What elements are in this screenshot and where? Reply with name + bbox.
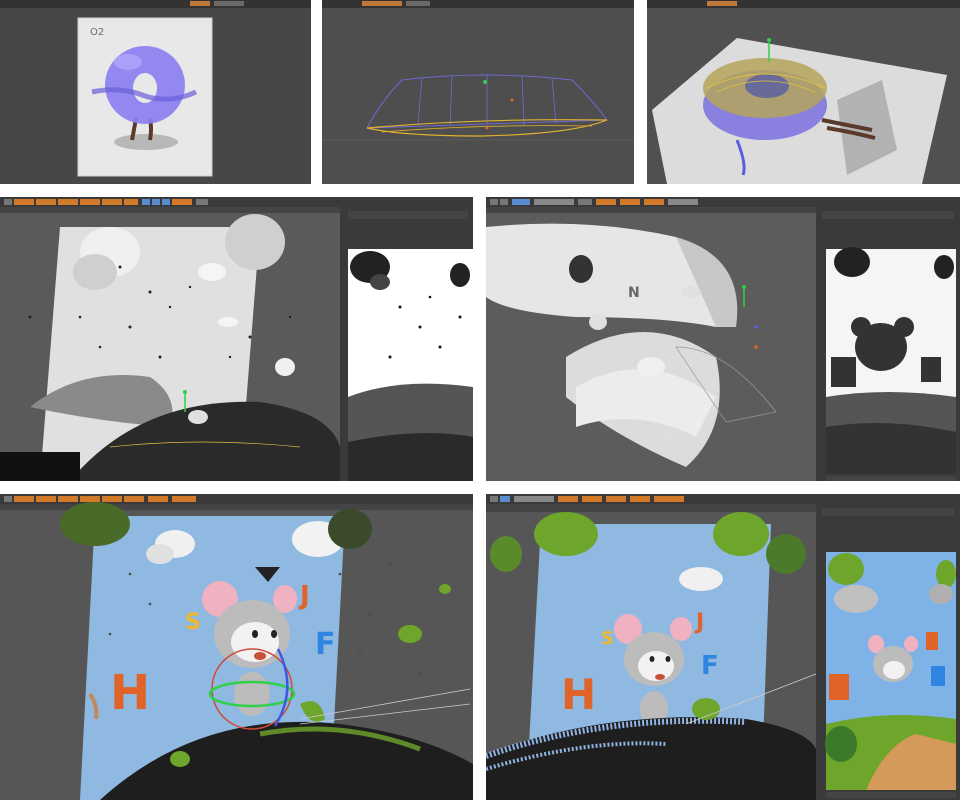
letter-j: J — [298, 581, 310, 611]
letter-f: F — [701, 651, 719, 681]
viewport-panel-3[interactable] — [647, 0, 960, 184]
toolbar-buttons[interactable] — [490, 496, 684, 502]
letter-f: F — [315, 627, 336, 662]
toolbar-buttons[interactable] — [4, 496, 196, 502]
letter-h: H — [110, 665, 150, 721]
letter-n: N — [628, 285, 640, 301]
cloud — [679, 567, 723, 591]
letter-h: H — [561, 670, 596, 719]
card-label: O2 — [90, 27, 104, 38]
letter-s: S — [601, 628, 614, 649]
axis-handle[interactable] — [483, 80, 487, 84]
letter-j: J — [694, 610, 704, 635]
viewport-panel-5[interactable]: N — [486, 197, 960, 481]
viewport-panel-6[interactable]: J F S H — [0, 494, 473, 800]
viewport-panel-2[interactable] — [322, 0, 634, 184]
viewport-panel-1[interactable]: O2 — [0, 0, 311, 184]
letter-s: S — [185, 610, 201, 635]
top-toolbar — [486, 494, 960, 504]
viewport-panel-7[interactable]: J F S H — [486, 494, 960, 800]
cloud — [198, 263, 226, 281]
character-silhouette — [569, 255, 593, 283]
viewport-panel-4[interactable] — [0, 197, 473, 481]
shadow — [114, 134, 178, 150]
top-toolbar — [0, 0, 311, 8]
top-toolbar — [647, 0, 960, 8]
